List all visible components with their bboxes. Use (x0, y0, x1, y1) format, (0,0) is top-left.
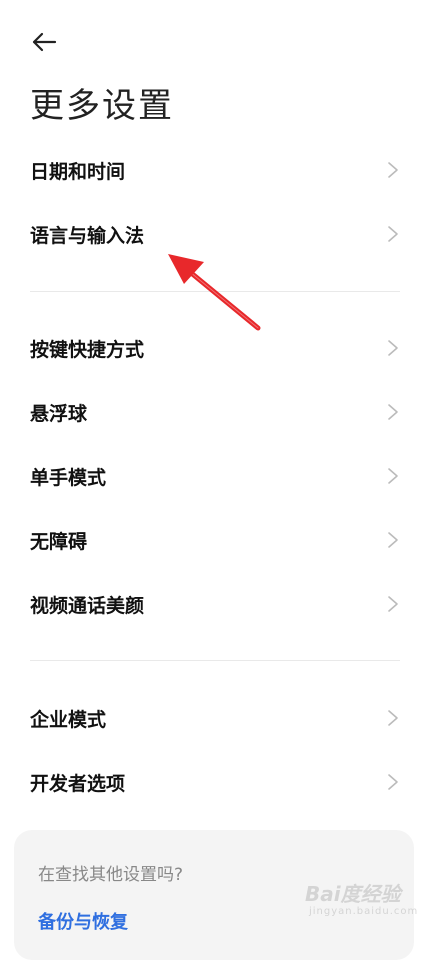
chevron-right-icon (388, 468, 398, 484)
section-divider (30, 660, 400, 661)
arrow-left-icon (32, 32, 57, 52)
chevron-right-icon (388, 162, 398, 178)
settings-item-label: 无障碍 (30, 530, 88, 553)
settings-item-label: 日期和时间 (30, 160, 126, 183)
chevron-right-icon (388, 532, 398, 548)
settings-item-label: 单手模式 (30, 466, 107, 489)
settings-item-one-handed-mode[interactable]: 单手模式 (0, 446, 426, 506)
settings-item-label: 悬浮球 (30, 402, 88, 425)
settings-item-label: 按键快捷方式 (30, 338, 145, 361)
chevron-right-icon (388, 340, 398, 356)
settings-item-video-call-beauty[interactable]: 视频通话美颜 (0, 574, 426, 634)
chevron-right-icon (388, 710, 398, 726)
settings-item-label: 企业模式 (30, 708, 107, 731)
baidu-jingyan-watermark: Bai度经验 jingyan.baidu.com (305, 872, 419, 922)
card-question: 在查找其他设置吗? (38, 865, 184, 885)
settings-item-floating-ball[interactable]: 悬浮球 (0, 382, 426, 442)
settings-item-enterprise-mode[interactable]: 企业模式 (0, 688, 426, 748)
back-button[interactable] (26, 26, 62, 58)
chevron-right-icon (388, 596, 398, 612)
annotation-arrow-icon (168, 254, 261, 331)
chevron-right-icon (388, 404, 398, 420)
settings-item-accessibility[interactable]: 无障碍 (0, 510, 426, 570)
settings-item-label: 视频通话美颜 (30, 594, 145, 617)
chevron-right-icon (388, 774, 398, 790)
backup-restore-link[interactable]: 备份与恢复 (38, 908, 128, 934)
watermark-url: jingyan.baidu.com (309, 906, 419, 917)
page-title: 更多设置 (30, 86, 174, 126)
chevron-right-icon (388, 226, 398, 242)
settings-item-developer-options[interactable]: 开发者选项 (0, 752, 426, 812)
settings-item-label: 语言与输入法 (30, 224, 145, 247)
settings-item-date-time[interactable]: 日期和时间 (0, 140, 426, 200)
settings-item-label: 开发者选项 (30, 772, 126, 795)
watermark-brand: Bai度经验 (305, 882, 401, 906)
